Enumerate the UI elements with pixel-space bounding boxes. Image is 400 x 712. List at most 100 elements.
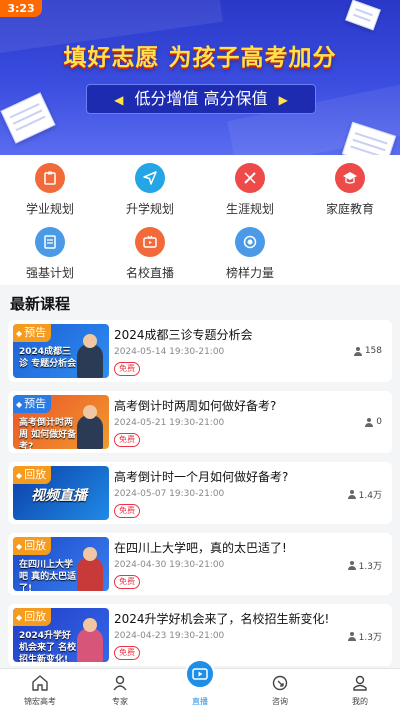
- user-icon: [347, 490, 356, 499]
- view-count: 1.4万: [347, 488, 382, 501]
- section-title: 最新课程: [10, 295, 71, 313]
- live-play-icon: [185, 659, 215, 689]
- status-badge: ◆ 回放: [13, 608, 52, 626]
- user-icon: [347, 561, 356, 570]
- status-time: 3:23: [0, 0, 42, 17]
- course-card[interactable]: ◆ 回放 在四川上大学吧 真的太巴适了! 在四川上大学吧，真的太巴适了! 2024…: [8, 533, 392, 595]
- home-icon: [0, 673, 80, 693]
- thumbnail-text: 2024成都三诊 专题分析会: [19, 347, 77, 369]
- course-card[interactable]: ◆ 回放 视频直播 高考倒计时一个月如何做好备考? 2024-05-07 19:3…: [8, 462, 392, 524]
- pencil-ruler-icon: [235, 163, 265, 193]
- menu-label: 升学规划: [125, 202, 174, 216]
- banner-title: 填好志愿 为孩子高考加分: [63, 45, 337, 71]
- bell-icon: ◆: [16, 400, 23, 409]
- clipboard-icon: [35, 163, 65, 193]
- menu-item-career-planning[interactable]: 生涯规划: [200, 163, 300, 217]
- view-count: 158: [353, 346, 382, 356]
- status-badge: ◆ 回放: [13, 466, 52, 484]
- left-arrow-icon: ◀: [114, 93, 124, 107]
- menu-label: 名校直播: [125, 266, 174, 280]
- bell-icon: ◆: [16, 329, 23, 338]
- course-title: 2024升学好机会来了，名校招生新变化!: [114, 612, 330, 626]
- course-card[interactable]: ◆ 预告 2024成都三诊 专题分析会 2024成都三诊专题分析会 2024-05…: [8, 320, 392, 382]
- price-badge: 免费: [114, 433, 140, 447]
- menu-label: 学业规划: [25, 202, 74, 216]
- course-card[interactable]: ◆ 预告 高考倒计时两周 如何做好备考? 高考倒计时两周如何做好备考? 2024-…: [8, 391, 392, 453]
- status-badge: ◆ 回放: [13, 537, 52, 555]
- menu-item-strong-base-plan[interactable]: 强基计划: [0, 227, 100, 281]
- course-date: 2024-04-30 19:30-21:00: [114, 560, 225, 570]
- person-icon: [80, 673, 160, 693]
- menu-item-academic-planning[interactable]: 学业规划: [0, 163, 100, 217]
- menu-item-role-models[interactable]: 榜样力量: [200, 227, 300, 281]
- thumbnail-text: 在四川上大学吧 真的太巴适了!: [19, 560, 77, 591]
- menu-label: 生涯规划: [225, 202, 274, 216]
- bottom-tab-bar: 锦宏高考 专家 直播 咨询 我的: [0, 659, 400, 712]
- price-badge: 免费: [114, 575, 140, 589]
- quick-menu: 学业规划 升学规划 生涯规划 家庭教育 强基计划 名校直播 榜样力量: [0, 155, 400, 285]
- bell-icon: ◆: [16, 542, 23, 551]
- course-thumbnail: ◆ 回放 2024升学好机会来了 名校招生新变化!: [13, 608, 109, 662]
- thumbnail-text: 2024升学好机会来了 名校招生新变化!: [19, 631, 77, 662]
- consult-icon: [240, 673, 320, 693]
- right-arrow-icon: ▶: [278, 93, 288, 107]
- price-badge: 免费: [114, 504, 140, 518]
- graduation-cap-icon: [335, 163, 365, 193]
- tab-label: 锦宏高考: [24, 697, 56, 706]
- tab-label: 直播: [192, 697, 208, 706]
- paper-decoration: [345, 0, 381, 31]
- course-date: 2024-04-23 19:30-21:00: [114, 631, 225, 641]
- course-title: 在四川上大学吧，真的太巴适了!: [114, 541, 287, 555]
- tab-mine[interactable]: 我的: [320, 673, 400, 707]
- tab-live[interactable]: 直播: [160, 659, 240, 707]
- tab-label: 专家: [112, 697, 128, 706]
- course-thumbnail: ◆ 回放 在四川上大学吧 真的太巴适了!: [13, 537, 109, 591]
- course-thumbnail: ◆ 回放 视频直播: [13, 466, 109, 520]
- user-icon: [353, 346, 362, 356]
- speaker-image: [77, 618, 103, 662]
- price-badge: 免费: [114, 362, 140, 376]
- course-title: 高考倒计时两周如何做好备考?: [114, 399, 277, 413]
- course-date: 2024-05-07 19:30-21:00: [114, 489, 225, 499]
- tab-label: 我的: [352, 697, 368, 706]
- menu-item-elite-live[interactable]: 名校直播: [100, 227, 200, 281]
- view-count: 1.3万: [347, 559, 382, 572]
- course-date: 2024-05-14 19:30-21:00: [114, 347, 225, 357]
- course-card[interactable]: ◆ 回放 2024升学好机会来了 名校招生新变化! 2024升学好机会来了，名校招…: [8, 604, 392, 666]
- view-count: 0: [365, 417, 382, 427]
- user-icon: [365, 417, 374, 427]
- speaker-image: [77, 334, 103, 378]
- tab-home[interactable]: 锦宏高考: [0, 673, 80, 707]
- course-title: 2024成都三诊专题分析会: [114, 328, 253, 342]
- paper-decoration: [0, 92, 56, 144]
- speaker-image: [77, 405, 103, 449]
- profile-icon: [320, 673, 400, 693]
- menu-label: 榜样力量: [225, 266, 274, 280]
- tab-experts[interactable]: 专家: [80, 673, 160, 707]
- speaker-image: [77, 547, 103, 591]
- course-title: 高考倒计时一个月如何做好备考?: [114, 470, 289, 484]
- bell-icon: ◆: [16, 613, 23, 622]
- tv-icon: [135, 227, 165, 257]
- price-badge: 免费: [114, 646, 140, 660]
- thumbnail-text: 视频直播: [31, 488, 87, 504]
- view-count: 1.3万: [347, 630, 382, 643]
- tab-consult[interactable]: 咨询: [240, 673, 320, 707]
- menu-label: 强基计划: [25, 266, 74, 280]
- document-icon: [35, 227, 65, 257]
- menu-item-admission-planning[interactable]: 升学规划: [100, 163, 200, 217]
- user-icon: [347, 632, 356, 641]
- menu-item-family-education[interactable]: 家庭教育: [300, 163, 400, 217]
- status-badge: ◆ 预告: [13, 324, 52, 342]
- hero-banner[interactable]: 3:23 填好志愿 为孩子高考加分 ◀ 低分增值 高分保值 ▶: [0, 0, 400, 155]
- send-icon: [135, 163, 165, 193]
- course-date: 2024-05-21 19:30-21:00: [114, 418, 225, 428]
- target-icon: [235, 227, 265, 257]
- banner-slogan: ◀ 低分增值 高分保值 ▶: [86, 84, 316, 114]
- slogan-text: 低分增值 高分保值: [134, 89, 268, 108]
- course-thumbnail: ◆ 预告 高考倒计时两周 如何做好备考?: [13, 395, 109, 449]
- tab-label: 咨询: [272, 697, 288, 706]
- thumbnail-text: 高考倒计时两周 如何做好备考?: [19, 418, 77, 449]
- status-badge: ◆ 预告: [13, 395, 52, 413]
- course-thumbnail: ◆ 预告 2024成都三诊 专题分析会: [13, 324, 109, 378]
